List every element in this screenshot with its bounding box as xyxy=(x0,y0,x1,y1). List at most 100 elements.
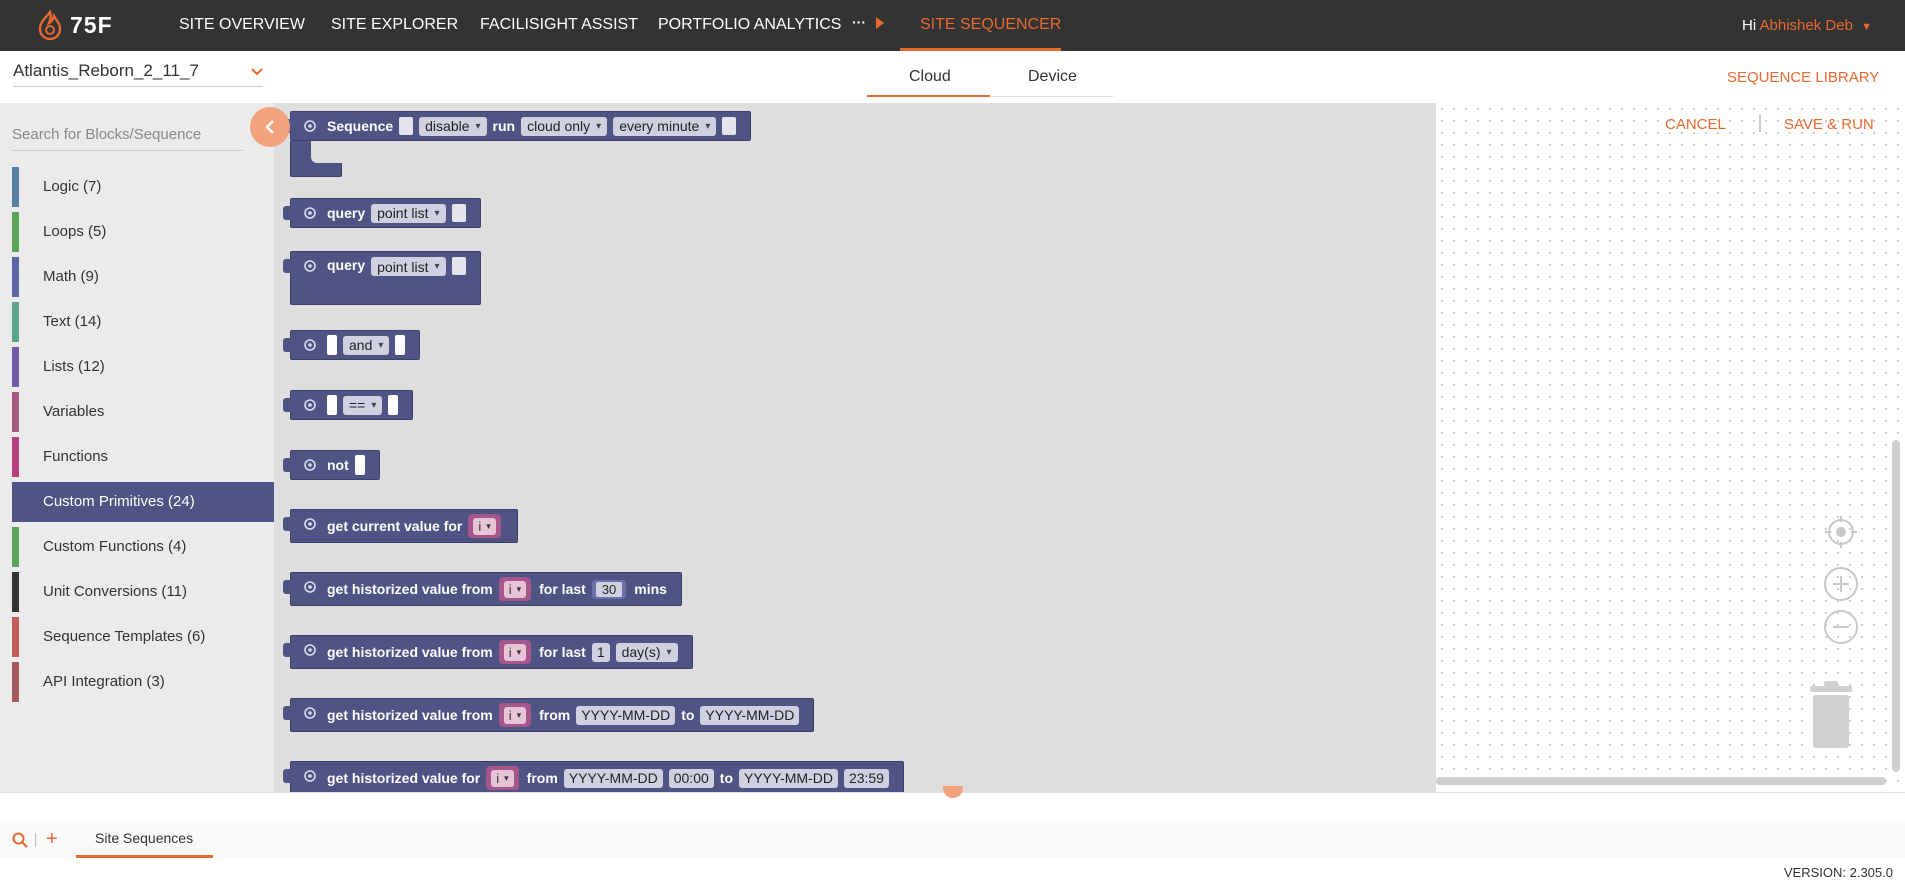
nav-portfolio-analytics[interactable]: PORTFOLIO ANALYTICS xyxy=(658,16,841,34)
left-operand-input[interactable] xyxy=(327,335,337,355)
gear-icon[interactable] xyxy=(303,643,317,657)
start-date-input[interactable]: YYYY-MM-DD xyxy=(563,768,663,788)
start-time-input[interactable]: 00:00 xyxy=(668,768,714,788)
block-connector xyxy=(283,517,291,531)
category-custom-functions[interactable]: Custom Functions (4) xyxy=(12,527,274,567)
gear-icon[interactable] xyxy=(303,706,317,720)
end-date-input[interactable]: YYYY-MM-DD xyxy=(739,768,838,788)
vertical-scrollbar[interactable] xyxy=(1892,440,1900,772)
tab-site-sequences[interactable]: Site Sequences xyxy=(95,830,193,846)
operand-input[interactable] xyxy=(354,455,365,475)
category-api-integration[interactable]: API Integration (3) xyxy=(12,662,274,702)
schedule-dropdown[interactable]: every minute xyxy=(613,116,717,136)
query-statement-block[interactable]: query point list xyxy=(283,251,481,305)
tab-cloud[interactable]: Cloud xyxy=(909,68,951,86)
category-functions[interactable]: Functions xyxy=(12,437,274,477)
nav-site-sequencer[interactable]: SITE SEQUENCER xyxy=(920,16,1061,34)
category-variables[interactable]: Variables xyxy=(12,392,274,432)
tab-device[interactable]: Device xyxy=(1028,68,1077,86)
not-block[interactable]: not xyxy=(283,450,380,480)
category-lists[interactable]: Lists (12) xyxy=(12,347,274,387)
variable-block[interactable]: i xyxy=(498,640,532,664)
category-custom-primitives[interactable]: Custom Primitives (24) xyxy=(12,482,274,522)
number-input[interactable]: 1 xyxy=(591,642,610,662)
query-type-dropdown[interactable]: point list xyxy=(371,203,446,223)
left-operand-input[interactable] xyxy=(327,395,337,415)
sequence-library-link[interactable]: SEQUENCE LIBRARY xyxy=(1727,69,1879,86)
nav-site-overview[interactable]: SITE OVERVIEW xyxy=(179,16,305,34)
block-search-input[interactable] xyxy=(12,119,243,151)
sequence-name-input[interactable] xyxy=(399,117,414,135)
variable-dropdown[interactable]: i xyxy=(503,643,527,661)
greeting-text: Hi xyxy=(1742,17,1757,34)
start-date-input[interactable]: YYYY-MM-DD xyxy=(576,705,676,725)
query-input-slot[interactable] xyxy=(451,257,466,275)
query-input-slot[interactable] xyxy=(451,204,466,222)
right-operand-input[interactable] xyxy=(388,395,399,415)
gear-icon[interactable] xyxy=(303,338,317,352)
gear-icon[interactable] xyxy=(303,769,317,783)
category-sequence-templates[interactable]: Sequence Templates (6) xyxy=(12,617,274,657)
variable-block[interactable]: i xyxy=(486,766,519,790)
category-loops[interactable]: Loops (5) xyxy=(12,212,274,252)
recenter-icon[interactable] xyxy=(1823,514,1859,550)
variable-dropdown[interactable]: i xyxy=(491,769,514,787)
user-menu[interactable]: Hi Abhishek Deb ▼ xyxy=(1742,17,1872,34)
variable-block[interactable]: i xyxy=(468,514,501,538)
gear-icon[interactable] xyxy=(303,259,317,273)
category-unit-conversions[interactable]: Unit Conversions (11) xyxy=(12,572,274,612)
sequence-state-dropdown[interactable]: disable xyxy=(419,116,487,136)
panel-toggle-handle[interactable] xyxy=(943,786,963,798)
variable-dropdown[interactable]: i xyxy=(503,580,527,598)
add-sequence-icon[interactable]: + xyxy=(46,828,58,851)
gear-icon[interactable] xyxy=(303,580,317,594)
get-current-value-block[interactable]: get current value for i xyxy=(283,509,518,543)
logic-operator-dropdown[interactable]: and xyxy=(343,335,390,355)
category-label: Logic (7) xyxy=(43,178,102,195)
cancel-button[interactable]: CANCEL xyxy=(1665,116,1726,133)
compare-block[interactable]: == xyxy=(283,390,414,420)
gear-icon[interactable] xyxy=(303,458,317,472)
gear-icon[interactable] xyxy=(303,398,317,412)
search-icon[interactable] xyxy=(12,832,28,848)
get-historized-range-time-block[interactable]: get historized value for i from YYYY-MM-… xyxy=(283,761,904,792)
horizontal-scrollbar[interactable] xyxy=(1436,777,1886,785)
nav-facilisight-assist[interactable]: FACILISIGHT ASSIST xyxy=(480,16,638,34)
query-type-dropdown[interactable]: point list xyxy=(371,257,446,276)
variable-block[interactable]: i xyxy=(498,577,532,601)
zoom-out-icon[interactable] xyxy=(1823,609,1859,645)
number-input[interactable]: 30 xyxy=(591,579,627,599)
variable-block[interactable]: i xyxy=(498,703,532,727)
gear-icon[interactable] xyxy=(303,517,317,531)
category-text[interactable]: Text (14) xyxy=(12,302,274,342)
unit-dropdown[interactable]: day(s) xyxy=(615,642,678,662)
run-target-dropdown[interactable]: cloud only xyxy=(521,116,608,136)
trash-icon[interactable] xyxy=(1806,680,1856,750)
site-dropdown[interactable]: Atlantis_Reborn_2_11_7 xyxy=(13,61,263,87)
save-and-run-button[interactable]: SAVE & RUN xyxy=(1784,116,1874,133)
brand-logo[interactable]: 75F xyxy=(36,10,113,40)
right-operand-input[interactable] xyxy=(395,335,406,355)
variable-dropdown[interactable]: i xyxy=(473,517,496,535)
nav-scroll-arrow-icon[interactable] xyxy=(876,17,884,29)
collapse-sidebar-button[interactable] xyxy=(250,107,290,147)
gear-icon[interactable] xyxy=(303,206,317,220)
variable-dropdown[interactable]: i xyxy=(503,706,527,724)
get-historized-mins-block[interactable]: get historized value from i for last 30 … xyxy=(283,572,682,606)
sequence-block[interactable]: Sequence disable run cloud only every mi… xyxy=(283,111,752,141)
and-block[interactable]: and xyxy=(283,330,421,360)
compare-operator-dropdown[interactable]: == xyxy=(343,395,383,415)
end-date-input[interactable]: YYYY-MM-DD xyxy=(700,705,800,725)
gear-icon[interactable] xyxy=(303,119,317,133)
get-historized-days-block[interactable]: get historized value from i for last 1 d… xyxy=(283,635,693,669)
end-time-input[interactable]: 23:59 xyxy=(843,768,889,788)
category-logic[interactable]: Logic (7) xyxy=(12,167,274,207)
category-color-bar xyxy=(12,527,19,567)
nav-site-explorer[interactable]: SITE EXPLORER xyxy=(331,16,458,34)
get-historized-range-block[interactable]: get historized value from i from YYYY-MM… xyxy=(283,698,815,732)
zoom-in-icon[interactable] xyxy=(1823,566,1859,602)
query-block[interactable]: query point list xyxy=(283,198,481,228)
category-math[interactable]: Math (9) xyxy=(12,257,274,297)
nav-more-button[interactable]: ··· xyxy=(852,14,866,30)
sequence-extra-input[interactable] xyxy=(722,117,737,135)
